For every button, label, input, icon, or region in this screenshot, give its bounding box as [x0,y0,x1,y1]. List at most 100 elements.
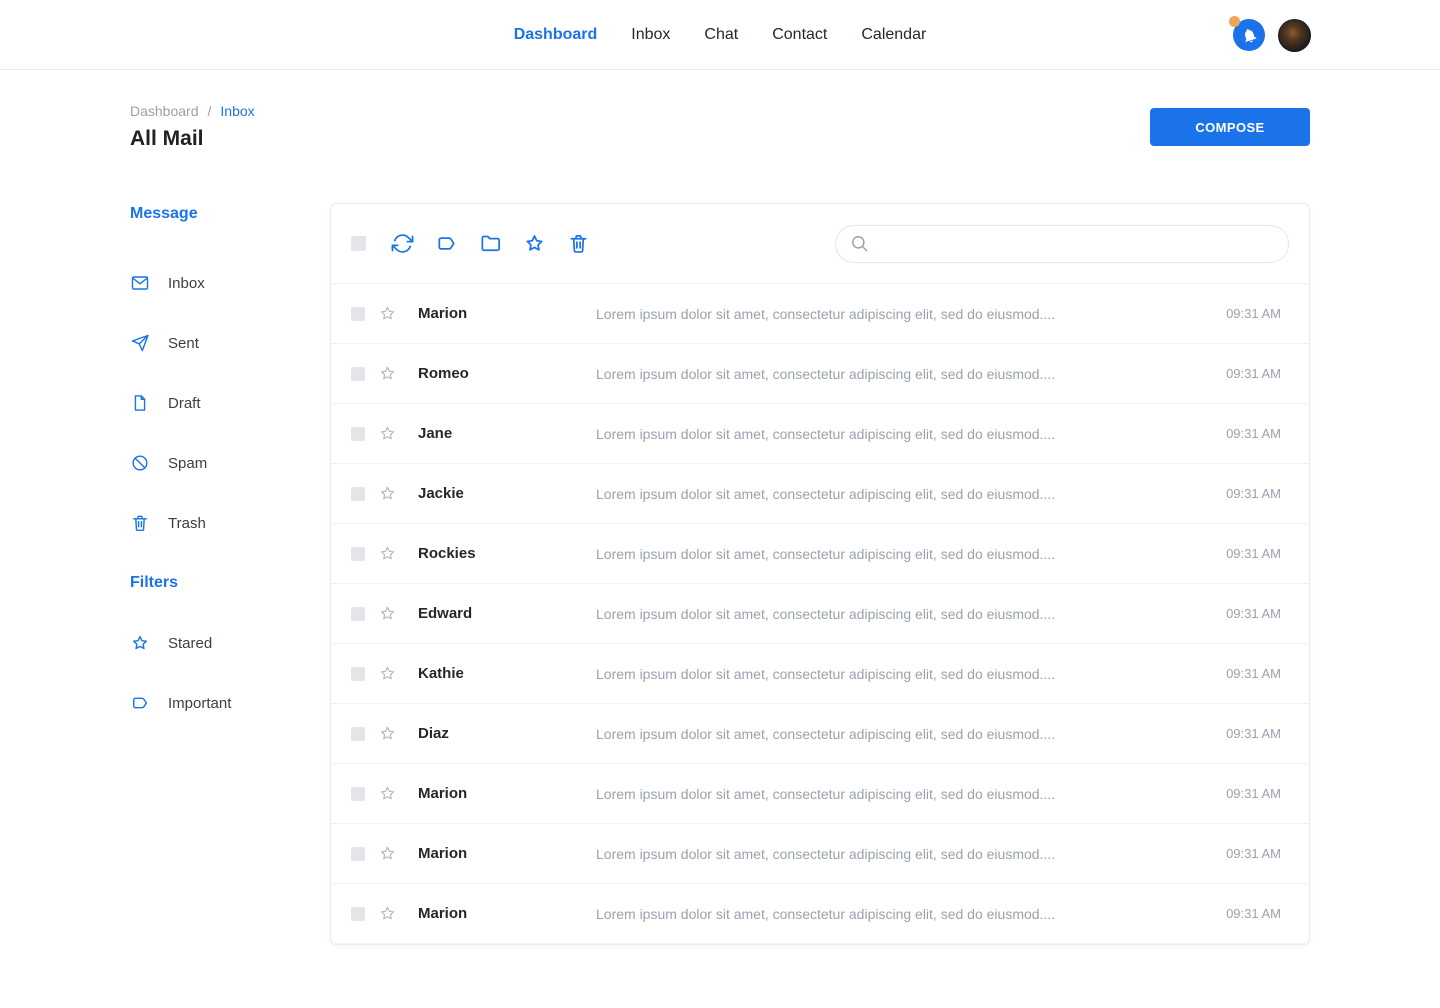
app-header: Dashboard Inbox Chat Contact Calendar [0,0,1440,70]
nav-item-contact[interactable]: Contact [772,26,827,44]
mail-list: Marion Lorem ipsum dolor sit amet, conse… [331,284,1309,944]
trash-icon [130,513,150,533]
breadcrumb: Dashboard / Inbox [130,103,255,119]
compose-button[interactable]: COMPOSE [1150,108,1310,146]
sidebar-item-label: Important [168,695,231,712]
row-checkbox[interactable] [351,607,365,621]
mail-sender: Rockies [418,545,596,562]
sidebar-item-draft[interactable]: Draft [130,373,330,433]
mail-icon [130,273,150,293]
nav-item-chat[interactable]: Chat [704,26,738,44]
sidebar-item-label: Draft [168,395,201,412]
row-checkbox[interactable] [351,427,365,441]
mail-row[interactable]: Diaz Lorem ipsum dolor sit amet, consect… [331,704,1309,764]
toolbar-icons [391,232,590,255]
label-icon [130,693,150,713]
sidebar-item-label: Sent [168,335,199,352]
sidebar-section-message-title: Message [130,205,330,223]
label-icon[interactable] [435,232,458,255]
mail-preview: Lorem ipsum dolor sit amet, consectetur … [596,486,1206,502]
row-checkbox[interactable] [351,367,365,381]
star-icon[interactable] [378,844,397,863]
nav-item-dashboard[interactable]: Dashboard [514,26,598,44]
mail-preview: Lorem ipsum dolor sit amet, consectetur … [596,666,1206,682]
mail-panel: Marion Lorem ipsum dolor sit amet, conse… [330,203,1310,945]
mail-preview: Lorem ipsum dolor sit amet, consectetur … [596,786,1206,802]
mail-preview: Lorem ipsum dolor sit amet, consectetur … [596,606,1206,622]
search-input[interactable] [878,236,1274,252]
mail-row[interactable]: Jackie Lorem ipsum dolor sit amet, conse… [331,464,1309,524]
row-checkbox[interactable] [351,547,365,561]
nav-item-inbox[interactable]: Inbox [631,26,670,44]
mail-row[interactable]: Romeo Lorem ipsum dolor sit amet, consec… [331,344,1309,404]
refresh-icon[interactable] [391,232,414,255]
mail-row[interactable]: Marion Lorem ipsum dolor sit amet, conse… [331,764,1309,824]
row-checkbox[interactable] [351,667,365,681]
row-checkbox[interactable] [351,487,365,501]
nav-item-calendar[interactable]: Calendar [861,26,926,44]
search-icon [850,234,869,253]
mail-time: 09:31 AM [1226,306,1281,321]
row-checkbox[interactable] [351,727,365,741]
mail-sender: Diaz [418,725,596,742]
sidebar-item-inbox[interactable]: Inbox [130,253,330,313]
select-all-checkbox[interactable] [351,236,366,251]
mail-sender: Marion [418,845,596,862]
mail-sender: Jackie [418,485,596,502]
row-checkbox[interactable] [351,307,365,321]
star-icon[interactable] [378,364,397,383]
mail-row[interactable]: Kathie Lorem ipsum dolor sit amet, conse… [331,644,1309,704]
user-avatar[interactable] [1278,19,1311,52]
breadcrumb-dashboard[interactable]: Dashboard [130,103,199,119]
mail-time: 09:31 AM [1226,786,1281,801]
star-icon[interactable] [523,232,546,255]
star-icon[interactable] [378,544,397,563]
sidebar-item-stared[interactable]: Stared [130,613,330,673]
row-checkbox[interactable] [351,907,365,921]
star-icon[interactable] [378,724,397,743]
sidebar-item-label: Inbox [168,275,205,292]
breadcrumb-separator: / [208,103,212,119]
row-checkbox[interactable] [351,847,365,861]
mail-sender: Romeo [418,365,596,382]
mail-row[interactable]: Marion Lorem ipsum dolor sit amet, conse… [331,824,1309,884]
sidebar-item-spam[interactable]: Spam [130,433,330,493]
mail-time: 09:31 AM [1226,426,1281,441]
star-icon[interactable] [378,664,397,683]
star-icon[interactable] [378,304,397,323]
sidebar-item-label: Trash [168,515,206,532]
trash-icon[interactable] [567,232,590,255]
send-icon [130,333,150,353]
mail-row[interactable]: Marion Lorem ipsum dolor sit amet, conse… [331,284,1309,344]
mail-sender: Marion [418,785,596,802]
mail-row[interactable]: Marion Lorem ipsum dolor sit amet, conse… [331,884,1309,944]
breadcrumb-inbox[interactable]: Inbox [220,103,254,119]
star-icon[interactable] [378,904,397,923]
sidebar-item-label: Stared [168,635,212,652]
mail-sender: Jane [418,425,596,442]
mail-time: 09:31 AM [1226,846,1281,861]
mail-preview: Lorem ipsum dolor sit amet, consectetur … [596,726,1206,742]
star-icon[interactable] [378,484,397,503]
mail-time: 09:31 AM [1226,906,1281,921]
star-icon[interactable] [378,604,397,623]
mail-preview: Lorem ipsum dolor sit amet, consectetur … [596,846,1206,862]
mail-row[interactable]: Edward Lorem ipsum dolor sit amet, conse… [331,584,1309,644]
sidebar-item-trash[interactable]: Trash [130,493,330,553]
notification-badge-dot [1229,16,1240,27]
sidebar-item-sent[interactable]: Sent [130,313,330,373]
notification-bell-icon[interactable] [1233,19,1265,51]
folder-icon[interactable] [479,232,502,255]
mail-sidebar: Message Inbox Sent Draft Spam [130,203,330,733]
star-icon[interactable] [378,424,397,443]
sidebar-item-important[interactable]: Important [130,673,330,733]
row-checkbox[interactable] [351,787,365,801]
mail-toolbar [331,204,1309,284]
filters-list: Stared Important [130,613,330,733]
mail-row[interactable]: Jane Lorem ipsum dolor sit amet, consect… [331,404,1309,464]
mail-time: 09:31 AM [1226,726,1281,741]
mail-sender: Kathie [418,665,596,682]
spam-block-icon [130,453,150,473]
star-icon[interactable] [378,784,397,803]
mail-row[interactable]: Rockies Lorem ipsum dolor sit amet, cons… [331,524,1309,584]
